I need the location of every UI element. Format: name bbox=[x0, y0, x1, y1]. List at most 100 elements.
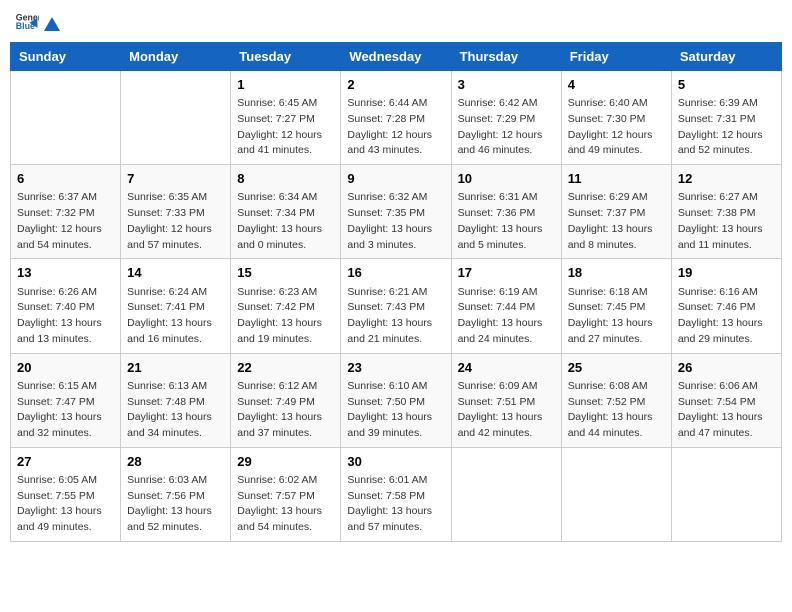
day-info: Sunrise: 6:18 AM Sunset: 7:45 PM Dayligh… bbox=[568, 285, 665, 348]
calendar-day-cell: 27Sunrise: 6:05 AM Sunset: 7:55 PM Dayli… bbox=[11, 447, 121, 541]
calendar-day-cell: 7 Sunrise: 6:35 AM Sunset: 7:33 PM Daylig… bbox=[121, 165, 231, 259]
day-info: Sunrise: 6:26 AM Sunset: 7:40 PM Dayligh… bbox=[17, 285, 114, 348]
calendar-day-cell bbox=[11, 71, 121, 165]
day-number: 16 bbox=[347, 264, 444, 282]
calendar-day-cell: 1 Sunrise: 6:45 AM Sunset: 7:27 PM Daylig… bbox=[231, 71, 341, 165]
day-number: 9 bbox=[347, 170, 444, 188]
day-info: Sunrise: 6:23 AM Sunset: 7:42 PM Dayligh… bbox=[237, 285, 334, 348]
day-number: 23 bbox=[347, 359, 444, 377]
calendar-table: SundayMondayTuesdayWednesdayThursdayFrid… bbox=[10, 42, 782, 542]
day-info: Sunrise: 6:06 AM Sunset: 7:54 PM Dayligh… bbox=[678, 379, 775, 442]
day-info: Sunrise: 6:42 AM Sunset: 7:29 PM Dayligh… bbox=[458, 96, 555, 159]
calendar-day-cell: 5 Sunrise: 6:39 AM Sunset: 7:31 PM Daylig… bbox=[671, 71, 781, 165]
calendar-day-cell: 17Sunrise: 6:19 AM Sunset: 7:44 PM Dayli… bbox=[451, 259, 561, 353]
day-info: Sunrise: 6:35 AM Sunset: 7:33 PM Dayligh… bbox=[127, 190, 224, 253]
day-number: 30 bbox=[347, 453, 444, 471]
calendar-week-row: 1 Sunrise: 6:45 AM Sunset: 7:27 PM Daylig… bbox=[11, 71, 782, 165]
calendar-day-cell bbox=[671, 447, 781, 541]
day-number: 2 bbox=[347, 76, 444, 94]
day-number: 10 bbox=[458, 170, 555, 188]
logo-icon: General Blue bbox=[15, 10, 39, 34]
weekday-header: Saturday bbox=[671, 43, 781, 71]
calendar-day-cell: 16Sunrise: 6:21 AM Sunset: 7:43 PM Dayli… bbox=[341, 259, 451, 353]
day-number: 4 bbox=[568, 76, 665, 94]
calendar-day-cell: 13 Sunrise: 6:26 AM Sunset: 7:40 PM Dayli… bbox=[11, 259, 121, 353]
day-info: Sunrise: 6:02 AM Sunset: 7:57 PM Dayligh… bbox=[237, 473, 334, 536]
day-number: 15 bbox=[237, 264, 334, 282]
day-number: 22 bbox=[237, 359, 334, 377]
calendar-day-cell bbox=[121, 71, 231, 165]
calendar-day-cell: 3 Sunrise: 6:42 AM Sunset: 7:29 PM Daylig… bbox=[451, 71, 561, 165]
weekday-header: Wednesday bbox=[341, 43, 451, 71]
day-number: 28 bbox=[127, 453, 224, 471]
day-info: Sunrise: 6:03 AM Sunset: 7:56 PM Dayligh… bbox=[127, 473, 224, 536]
calendar-day-cell: 26 Sunrise: 6:06 AM Sunset: 7:54 PM Dayli… bbox=[671, 353, 781, 447]
logo: General Blue bbox=[15, 10, 62, 34]
weekday-header: Sunday bbox=[11, 43, 121, 71]
day-info: Sunrise: 6:12 AM Sunset: 7:49 PM Dayligh… bbox=[237, 379, 334, 442]
page-header: General Blue bbox=[10, 10, 782, 34]
day-info: Sunrise: 6:44 AM Sunset: 7:28 PM Dayligh… bbox=[347, 96, 444, 159]
day-number: 26 bbox=[678, 359, 775, 377]
day-number: 7 bbox=[127, 170, 224, 188]
weekday-header: Monday bbox=[121, 43, 231, 71]
weekday-header: Thursday bbox=[451, 43, 561, 71]
calendar-day-cell: 20Sunrise: 6:15 AM Sunset: 7:47 PM Dayli… bbox=[11, 353, 121, 447]
day-info: Sunrise: 6:40 AM Sunset: 7:30 PM Dayligh… bbox=[568, 96, 665, 159]
weekday-header: Tuesday bbox=[231, 43, 341, 71]
day-info: Sunrise: 6:19 AM Sunset: 7:44 PM Dayligh… bbox=[458, 285, 555, 348]
day-number: 24 bbox=[458, 359, 555, 377]
day-info: Sunrise: 6:16 AM Sunset: 7:46 PM Dayligh… bbox=[678, 285, 775, 348]
day-info: Sunrise: 6:37 AM Sunset: 7:32 PM Dayligh… bbox=[17, 190, 114, 253]
day-info: Sunrise: 6:45 AM Sunset: 7:27 PM Dayligh… bbox=[237, 96, 334, 159]
calendar-week-row: 20Sunrise: 6:15 AM Sunset: 7:47 PM Dayli… bbox=[11, 353, 782, 447]
logo-triangle-icon bbox=[43, 15, 61, 33]
day-number: 3 bbox=[458, 76, 555, 94]
day-number: 13 bbox=[17, 264, 114, 282]
day-number: 20 bbox=[17, 359, 114, 377]
calendar-body: 1 Sunrise: 6:45 AM Sunset: 7:27 PM Daylig… bbox=[11, 71, 782, 542]
calendar-day-cell: 18 Sunrise: 6:18 AM Sunset: 7:45 PM Dayli… bbox=[561, 259, 671, 353]
day-number: 29 bbox=[237, 453, 334, 471]
day-info: Sunrise: 6:27 AM Sunset: 7:38 PM Dayligh… bbox=[678, 190, 775, 253]
day-number: 19 bbox=[678, 264, 775, 282]
calendar-day-cell: 24Sunrise: 6:09 AM Sunset: 7:51 PM Dayli… bbox=[451, 353, 561, 447]
day-number: 12 bbox=[678, 170, 775, 188]
calendar-day-cell: 2 Sunrise: 6:44 AM Sunset: 7:28 PM Daylig… bbox=[341, 71, 451, 165]
day-info: Sunrise: 6:39 AM Sunset: 7:31 PM Dayligh… bbox=[678, 96, 775, 159]
day-number: 1 bbox=[237, 76, 334, 94]
day-number: 8 bbox=[237, 170, 334, 188]
calendar-day-cell: 19 Sunrise: 6:16 AM Sunset: 7:46 PM Dayli… bbox=[671, 259, 781, 353]
calendar-week-row: 6 Sunrise: 6:37 AM Sunset: 7:32 PM Daylig… bbox=[11, 165, 782, 259]
day-number: 11 bbox=[568, 170, 665, 188]
calendar-day-cell: 28 Sunrise: 6:03 AM Sunset: 7:56 PM Dayli… bbox=[121, 447, 231, 541]
day-info: Sunrise: 6:01 AM Sunset: 7:58 PM Dayligh… bbox=[347, 473, 444, 536]
calendar-day-cell: 22 Sunrise: 6:12 AM Sunset: 7:49 PM Dayli… bbox=[231, 353, 341, 447]
calendar-day-cell: 10 Sunrise: 6:31 AM Sunset: 7:36 PM Dayli… bbox=[451, 165, 561, 259]
calendar-day-cell: 29 Sunrise: 6:02 AM Sunset: 7:57 PM Dayli… bbox=[231, 447, 341, 541]
svg-text:Blue: Blue bbox=[16, 21, 35, 31]
day-number: 25 bbox=[568, 359, 665, 377]
day-info: Sunrise: 6:13 AM Sunset: 7:48 PM Dayligh… bbox=[127, 379, 224, 442]
calendar-week-row: 27Sunrise: 6:05 AM Sunset: 7:55 PM Dayli… bbox=[11, 447, 782, 541]
day-info: Sunrise: 6:24 AM Sunset: 7:41 PM Dayligh… bbox=[127, 285, 224, 348]
calendar-day-cell: 4 Sunrise: 6:40 AM Sunset: 7:30 PM Daylig… bbox=[561, 71, 671, 165]
calendar-day-cell: 12 Sunrise: 6:27 AM Sunset: 7:38 PM Dayli… bbox=[671, 165, 781, 259]
calendar-day-cell bbox=[451, 447, 561, 541]
calendar-day-cell: 21Sunrise: 6:13 AM Sunset: 7:48 PM Dayli… bbox=[121, 353, 231, 447]
day-number: 5 bbox=[678, 76, 775, 94]
day-number: 6 bbox=[17, 170, 114, 188]
day-info: Sunrise: 6:31 AM Sunset: 7:36 PM Dayligh… bbox=[458, 190, 555, 253]
calendar-day-cell: 25 Sunrise: 6:08 AM Sunset: 7:52 PM Dayli… bbox=[561, 353, 671, 447]
calendar-day-cell: 15 Sunrise: 6:23 AM Sunset: 7:42 PM Dayli… bbox=[231, 259, 341, 353]
day-number: 27 bbox=[17, 453, 114, 471]
day-info: Sunrise: 6:08 AM Sunset: 7:52 PM Dayligh… bbox=[568, 379, 665, 442]
day-info: Sunrise: 6:29 AM Sunset: 7:37 PM Dayligh… bbox=[568, 190, 665, 253]
calendar-day-cell: 6 Sunrise: 6:37 AM Sunset: 7:32 PM Daylig… bbox=[11, 165, 121, 259]
calendar-day-cell: 9Sunrise: 6:32 AM Sunset: 7:35 PM Daylig… bbox=[341, 165, 451, 259]
day-number: 14 bbox=[127, 264, 224, 282]
calendar-day-cell bbox=[561, 447, 671, 541]
day-number: 18 bbox=[568, 264, 665, 282]
calendar-day-cell: 23Sunrise: 6:10 AM Sunset: 7:50 PM Dayli… bbox=[341, 353, 451, 447]
calendar-day-cell: 14 Sunrise: 6:24 AM Sunset: 7:41 PM Dayli… bbox=[121, 259, 231, 353]
